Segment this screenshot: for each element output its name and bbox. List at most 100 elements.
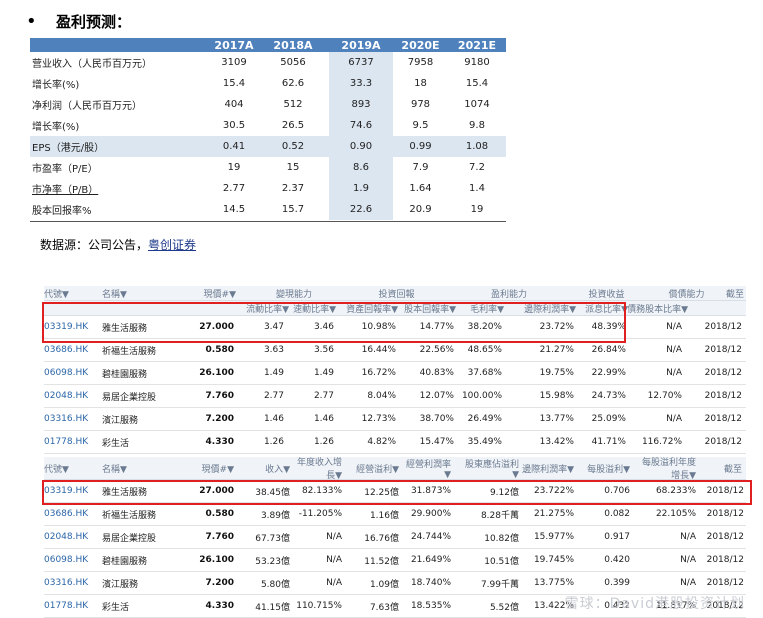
table-row[interactable]: 03316.HK 濱江服務 7.200 5.80億 N/A 1.09億 18.740% 7.9…	[44, 572, 746, 595]
table-row[interactable]: 06098.HK 碧桂園服務 26.100 1.49 1.49 16.72% 40.83% 3…	[44, 362, 746, 385]
company-name: 碧桂園服務	[102, 556, 148, 567]
table-cell: 15.977%	[533, 532, 574, 542]
table-cell: 110.715%	[296, 601, 342, 611]
table-cell: N/A	[680, 555, 696, 565]
table-cell: 2018/12	[704, 391, 742, 401]
table-cell: 7.760	[205, 532, 234, 542]
table-cell: 2.77	[313, 391, 334, 401]
watermark: 雪球：David港股投资计划	[564, 596, 745, 612]
table-cell: 1.46	[263, 414, 284, 424]
table-cell: 1.49	[313, 368, 334, 378]
table-row[interactable]: 03316.HK 濱江服務 7.200 1.46 1.46 12.73% 38.70% 26.…	[44, 408, 746, 431]
table-cell: 41.15億	[255, 602, 290, 613]
table-cell: 1.16億	[369, 510, 399, 521]
stock-code-link[interactable]: 02048.HK	[44, 526, 99, 548]
table-cell: 11.52億	[364, 556, 399, 567]
sortable-column-header[interactable]: 代號▼	[44, 286, 99, 300]
sortable-column-header[interactable]: 現價#▼	[194, 286, 236, 300]
forecast-value: 1.64	[409, 183, 432, 194]
sortable-column-header[interactable]: 名稱▼	[102, 286, 172, 300]
table-cell: 7.63億	[369, 602, 399, 613]
sortable-column-header[interactable]: 年度收入增長▼	[292, 457, 342, 479]
stock-code-link[interactable]: 06098.HK	[44, 549, 99, 571]
stock-code-link[interactable]: 06098.HK	[44, 362, 99, 384]
company-name: 彩生活	[102, 602, 130, 613]
table-cell: 40.83%	[419, 368, 454, 378]
sortable-column-header[interactable]: 股東應佔溢利▼	[464, 457, 519, 480]
table-cell: 2018/12	[706, 555, 744, 565]
sortable-column-header[interactable]: 經營利潤率▼	[401, 457, 451, 480]
source-link[interactable]: 粤创证券	[148, 238, 196, 252]
table-row[interactable]: 02048.HK 易居企業控股 7.760 2.77 2.77 8.04% 12.07% 10…	[44, 385, 746, 408]
forecast-value: 6737	[329, 52, 393, 73]
forecast-table: 2017A 2018A 2019A 2020E 2021E 营业收入（人民币百万…	[30, 38, 506, 220]
company-name: 易居企業控股	[102, 392, 157, 403]
table-row[interactable]: 02048.HK 易居企業控股 7.760 67.73億 N/A 16.76億 24.744…	[44, 526, 746, 549]
forecast-value: 9.5	[412, 120, 429, 131]
stock-code-link[interactable]: 01778.HK	[44, 595, 99, 617]
table-cell: 16.72%	[361, 368, 396, 378]
table-cell: 15.98%	[539, 391, 574, 401]
highlight-box-result	[42, 480, 752, 505]
stock-code-link[interactable]: 03686.HK	[44, 503, 99, 525]
forecast-value: 404	[224, 99, 244, 110]
table-cell: 1.09億	[369, 579, 399, 590]
sortable-column-header[interactable]: 邊際利潤率▼	[522, 457, 574, 479]
stock-code-link[interactable]: 03316.HK	[44, 572, 99, 594]
table-cell: 7.760	[205, 391, 234, 401]
table-cell: 53.23億	[255, 556, 290, 567]
sortable-column-header[interactable]: 經營溢利▼	[344, 457, 399, 479]
table-row[interactable]: 01778.HK 彩生活 4.330 1.26 1.26 4.82% 15.47% 35.49…	[44, 431, 746, 454]
table-cell: 2.77	[263, 391, 284, 401]
forecast-value: 2.37	[281, 183, 305, 194]
sortable-column-header[interactable]: 名稱▼	[102, 457, 172, 479]
highlight-box-ratio	[42, 302, 626, 343]
table-cell: N/A	[326, 578, 342, 588]
forecast-value: 1074	[464, 99, 490, 110]
table-cell: 15.47%	[419, 437, 454, 447]
stock-code-link[interactable]: 03316.HK	[44, 408, 99, 430]
table-cell: 13.42%	[539, 437, 574, 447]
table-cell: 12.73%	[361, 414, 396, 424]
forecast-value: 7.9	[412, 162, 429, 173]
company-name: 濱江服務	[102, 415, 139, 426]
forecast-row-label: 市盈率（P/E）	[32, 164, 98, 175]
table-cell: 41.71%	[591, 437, 626, 447]
table-cell: 2018/12	[704, 437, 742, 447]
table-cell: 0.399	[604, 578, 630, 588]
sortable-column-header[interactable]: 每股溢利▼	[580, 457, 630, 479]
forecast-value: 0.52	[281, 141, 305, 152]
table-cell: N/A	[680, 578, 696, 588]
table-row[interactable]: 06098.HK 碧桂園服務 26.100 53.23億 N/A 11.52億 21.649…	[44, 549, 746, 572]
forecast-row: 股本回报率% 14.5 15.7 22.6 20.9 19	[30, 199, 506, 220]
forecast-row: 增长率(%) 15.4 62.6 33.3 18 15.4	[30, 73, 506, 94]
table-cell: 67.73億	[255, 533, 290, 544]
forecast-header: 2018A	[273, 38, 313, 52]
sortable-column-header[interactable]: 債務股本比率▼	[628, 301, 688, 315]
forecast-header: 2019A	[341, 38, 381, 52]
sortable-column-header[interactable]: 現價#▼	[184, 457, 234, 479]
table-cell: 13.775%	[533, 578, 574, 588]
table-row[interactable]: 03686.HK 祈福生活服務 0.580 3.89億 -11.205% 1.16億 29.…	[44, 503, 746, 526]
table-cell: -11.205%	[298, 509, 342, 519]
sortable-column-header[interactable]: 代號▼	[44, 457, 99, 479]
table-cell: 12.07%	[419, 391, 454, 401]
table-cell: 4.330	[205, 601, 234, 611]
sortable-column-header[interactable]: 每股溢利年度增長▼	[634, 457, 696, 479]
forecast-value: 18	[414, 78, 427, 89]
stock-code-link[interactable]: 01778.HK	[44, 431, 99, 453]
table-cell: 2018/12	[704, 414, 742, 424]
column-header: 截至	[723, 464, 742, 475]
stock-code-link[interactable]: 02048.HK	[44, 385, 99, 407]
forecast-value: 893	[329, 94, 393, 115]
forecast-value: 7958	[407, 57, 434, 68]
table-cell: 29.900%	[410, 509, 451, 519]
company-name: 易居企業控股	[102, 533, 157, 544]
table-cell: 0.917	[604, 532, 630, 542]
table-cell: 7.200	[205, 578, 234, 588]
forecast-row: 净利润（人民币百万元） 404 512 893 978 1074	[30, 94, 506, 115]
forecast-row-label: 市净率（P/B）	[32, 185, 99, 196]
forecast-value: 512	[283, 99, 303, 110]
sortable-column-header[interactable]: 收入▼	[240, 457, 290, 479]
table-cell: 7.99千萬	[480, 579, 519, 590]
